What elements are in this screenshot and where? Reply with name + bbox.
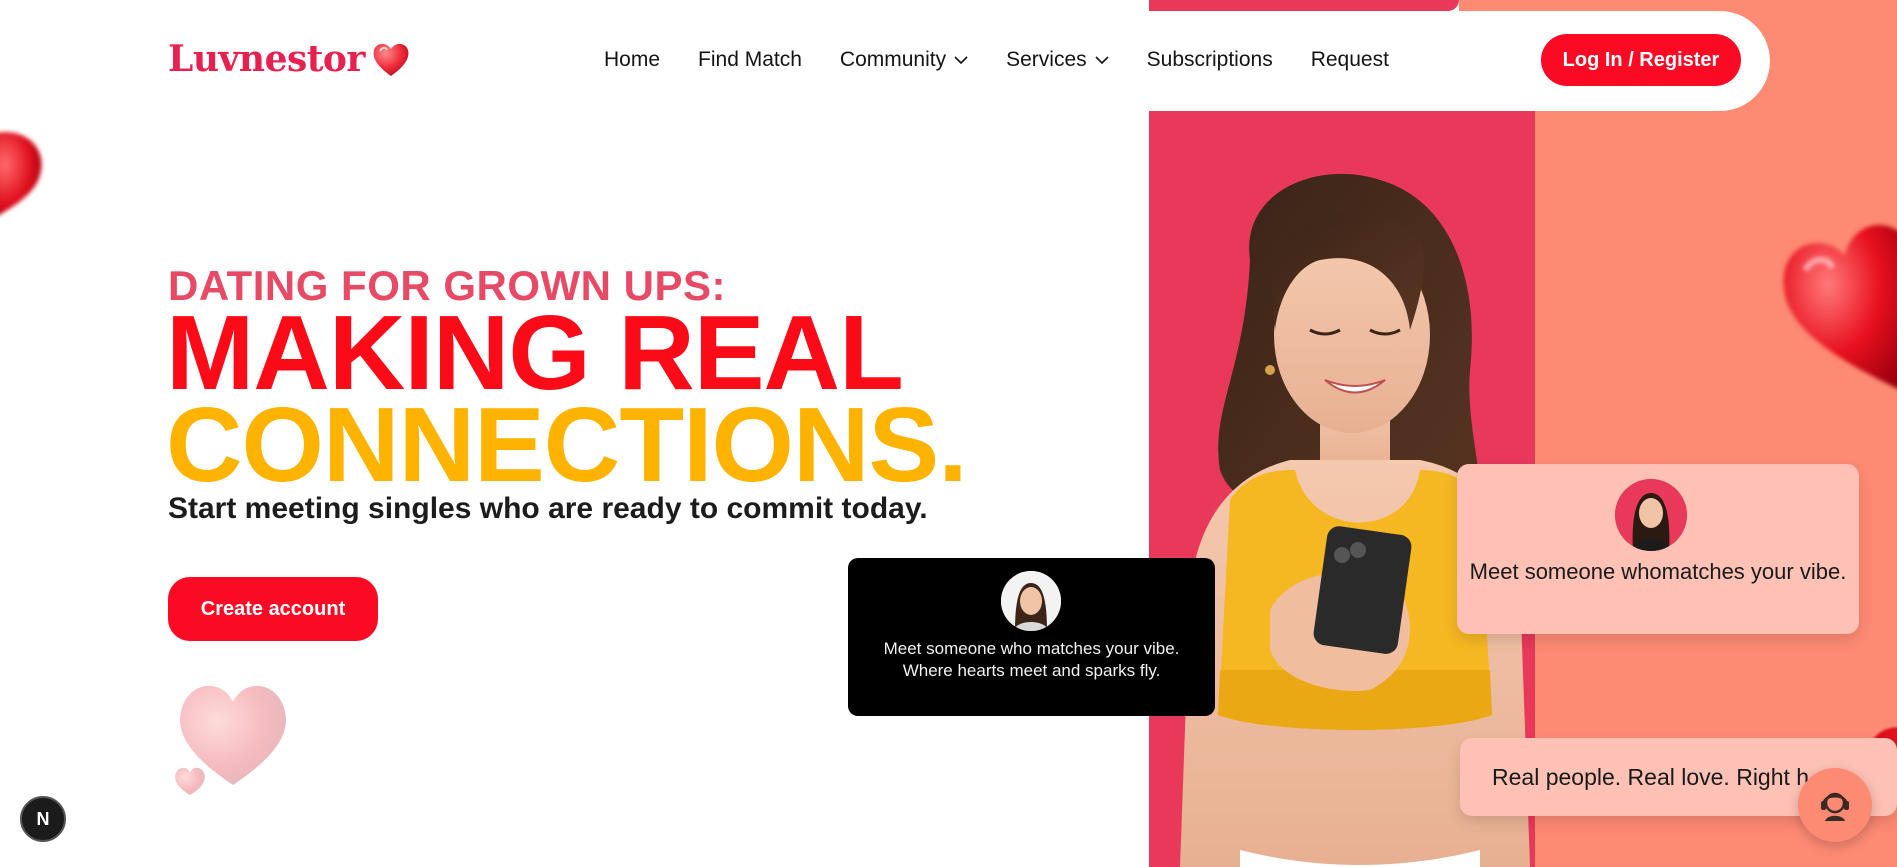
nav-label: Request xyxy=(1310,48,1389,71)
site-logo[interactable]: Luvnestor xyxy=(168,38,411,80)
heart-icon xyxy=(371,40,411,78)
create-account-button[interactable]: Create account xyxy=(168,577,378,641)
customer-support-icon xyxy=(1821,792,1849,821)
site-header: Luvnestor Home Find Match Community Serv… xyxy=(0,0,1897,111)
nav-find-match[interactable]: Find Match xyxy=(698,48,802,72)
hero-headline-line2: CONNECTIONS. xyxy=(166,386,968,504)
nav-home[interactable]: Home xyxy=(604,48,660,72)
testimonial-line: Where hearts meet and sparks fly. xyxy=(902,661,1161,680)
nav-label: Find Match xyxy=(698,48,802,71)
nav-label: Services xyxy=(1006,48,1087,71)
decorative-heart-icon xyxy=(175,685,286,795)
nextjs-badge-icon[interactable]: N xyxy=(20,796,66,842)
nav-label: Community xyxy=(839,48,947,71)
decorative-heart-icon xyxy=(0,132,42,215)
login-register-button[interactable]: Log In / Register xyxy=(1541,34,1741,86)
chevron-down-icon xyxy=(1095,56,1109,65)
chevron-down-icon xyxy=(954,56,968,65)
testimonial-card-pink: Meet someone whomatches your vibe. xyxy=(1457,464,1859,634)
testimonial-card-dark: Meet someone who matches your vibe. Wher… xyxy=(848,558,1215,716)
testimonial-text: Meet someone whomatches your vibe. xyxy=(1469,559,1847,584)
testimonial-text: Meet someone who matches your vibe. Wher… xyxy=(848,638,1215,682)
nav-label: Subscriptions xyxy=(1146,48,1273,71)
customer-support-button[interactable] xyxy=(1798,768,1872,842)
main-navigation: Home Find Match Community Services Subsc… xyxy=(604,48,1427,72)
nav-services[interactable]: Services xyxy=(1006,48,1109,72)
testimonial-line: Meet someone who matches your vibe. xyxy=(883,639,1180,658)
nav-request[interactable]: Request xyxy=(1311,48,1389,72)
testimonial-text: Real people. Real love. Right h xyxy=(1492,764,1810,790)
decorative-heart-icon xyxy=(1783,224,1897,389)
logo-text: Luvnestor xyxy=(168,38,365,80)
nav-community[interactable]: Community xyxy=(840,48,968,72)
avatar xyxy=(1001,571,1061,631)
nav-subscriptions[interactable]: Subscriptions xyxy=(1147,48,1273,72)
hero-subheadline: Start meeting singles who are ready to c… xyxy=(168,492,928,525)
avatar xyxy=(1615,479,1687,551)
nav-label: Home xyxy=(604,48,661,71)
